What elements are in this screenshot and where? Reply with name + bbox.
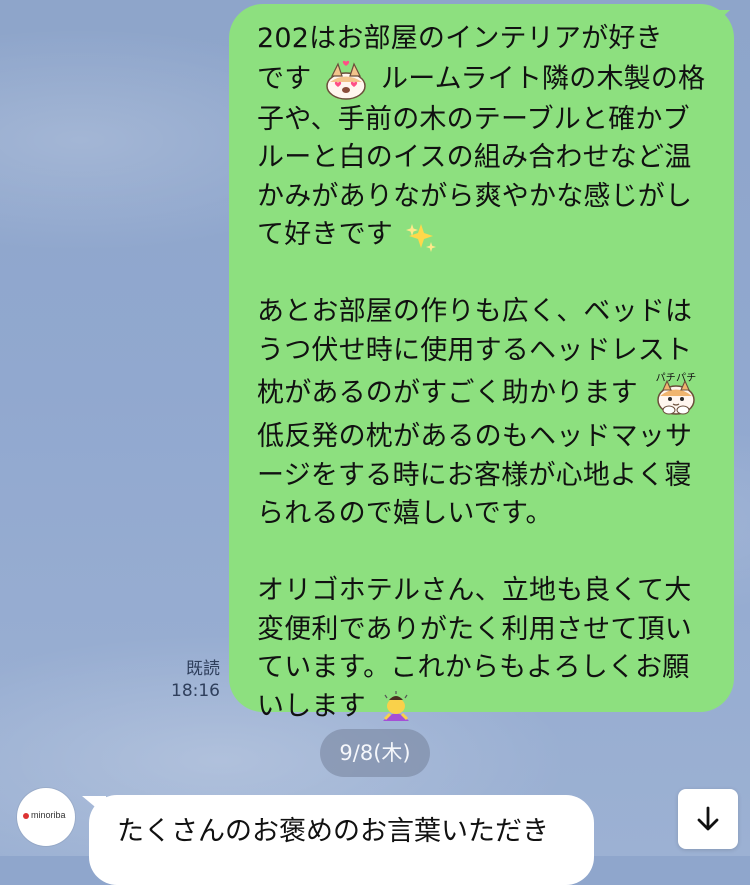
cat-clap-sticker-icon: パチパチ [649, 370, 703, 418]
message-line-with-sticker: です ルームライト隣の木製の格 [257, 59, 709, 101]
incoming-message-bubble[interactable]: たくさんのお褒めのお言葉いただき [89, 795, 594, 885]
logo-dot-icon [23, 812, 29, 819]
avatar-logo: minoriba [23, 810, 66, 820]
message-line: られるので嬉しいです。 [257, 498, 553, 529]
message-segment: です [257, 63, 312, 94]
message-paragraph-gap [257, 534, 709, 573]
message-line-with-sticker: て好きです [257, 216, 709, 255]
message-segment: 枕があるのがすごく助かります [257, 377, 638, 409]
incoming-message-text: たくさんのお褒めのお言葉いただき [117, 816, 549, 847]
message-line: ています。これからもよろしくお願 [257, 652, 690, 683]
message-time: 18:16 [171, 681, 220, 701]
message-read-meta: 既読 18:16 [164, 658, 220, 702]
message-line-with-sticker: いします [257, 688, 709, 727]
bowing-person-icon [377, 690, 415, 724]
read-label: 既読 [186, 659, 220, 679]
message-line: 202はお部屋のインテリアが好き [257, 23, 663, 54]
message-line-with-sticker: 枕があるのがすごく助かります パチパチ [257, 370, 709, 418]
message-segment: て好きです [257, 219, 393, 250]
sender-avatar[interactable]: minoriba [17, 788, 75, 846]
message-line: オリゴホテルさん、立地も良くて大 [257, 575, 692, 606]
date-separator: 9/8(木) [320, 729, 430, 777]
message-paragraph-gap [257, 255, 709, 294]
avatar-logo-text: minoriba [31, 810, 66, 820]
sticker-clap-text: パチパチ [655, 372, 696, 384]
message-line: かみがありながら爽やかな感じがし [257, 180, 693, 212]
message-segment: ルームライト隣の木製の格 [381, 63, 706, 94]
message-line: ルーと白のイスの組み合わせなど温 [257, 142, 692, 173]
scroll-to-bottom-button[interactable] [678, 789, 738, 849]
message-line: あとお部屋の作りも広く、ベッドは [257, 296, 693, 327]
message-line: 子や、手前の木のテーブルと確かブ [257, 103, 690, 135]
message-line: ージをする時にお客様が心地よく寝 [257, 459, 692, 491]
message-line: 変便利でありがたく利用させて頂い [257, 613, 692, 645]
sparkles-icon [404, 219, 438, 253]
outgoing-message-bubble[interactable]: 202はお部屋のインテリアが好き です ルームライト隣の木製の格 子や、手前の木… [229, 4, 734, 722]
message-segment: いします [257, 690, 366, 722]
arrow-down-icon [697, 806, 719, 831]
message-line: うつ伏せ時に使用するヘッドレスト [257, 334, 693, 366]
message-line: 低反発の枕があるのもヘッドマッサ [257, 421, 693, 452]
outgoing-message-text: 202はお部屋のインテリアが好き です ルームライト隣の木製の格 子や、手前の木… [257, 20, 709, 726]
cat-love-sticker-icon [322, 59, 370, 101]
